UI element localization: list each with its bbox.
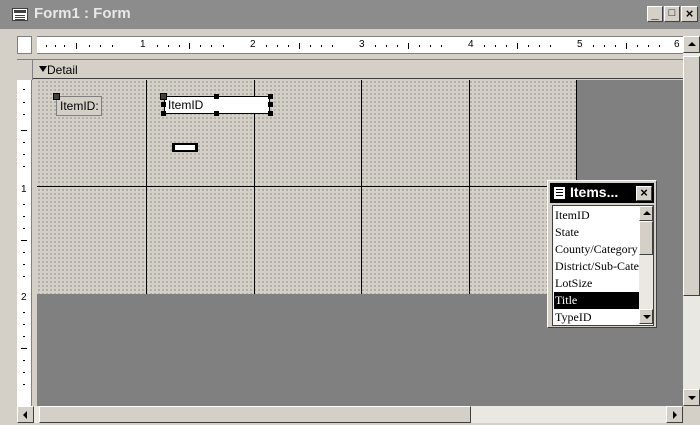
resize-handle-left[interactable] xyxy=(161,102,166,107)
section-arrow-icon xyxy=(39,66,47,72)
resize-handle-bottom-right[interactable] xyxy=(268,111,273,116)
ruler-number-3: 3 xyxy=(359,39,365,50)
field-item-itemid[interactable]: ItemID xyxy=(554,207,639,224)
field-list-scroll-down[interactable] xyxy=(639,309,653,324)
scroll-right-button[interactable] xyxy=(666,406,683,423)
field-list-scroll-thumb[interactable] xyxy=(639,221,653,255)
resize-handle-bottom[interactable] xyxy=(214,111,219,116)
field-list-scrollbar[interactable] xyxy=(639,206,653,324)
ruler-number-4: 4 xyxy=(468,39,474,50)
vruler-number-2: 2 xyxy=(21,292,27,303)
field-item-district-sub-category[interactable]: District/Sub-Category xyxy=(554,258,639,275)
field-item-state[interactable]: State xyxy=(554,224,639,241)
field-list-title: Items... xyxy=(570,184,619,200)
field-list-window[interactable]: Items... × ItemID State County/Category … xyxy=(547,180,657,328)
textbox-move-handle[interactable] xyxy=(160,93,167,100)
horizontal-ruler[interactable]: 1 2 3 4 5 6 xyxy=(37,36,683,54)
section-selector[interactable] xyxy=(17,60,33,80)
form-design-window: Form1 : Form _ □ × 1 2 3 4 5 6 Detail 1 … xyxy=(0,0,700,425)
ruler-number-6: 6 xyxy=(674,39,680,50)
field-item-county-category[interactable]: County/Category xyxy=(554,241,639,258)
detail-section-bar[interactable]: Detail xyxy=(17,59,683,80)
scroll-left-button[interactable] xyxy=(17,406,34,423)
resize-handle-right[interactable] xyxy=(268,102,273,107)
field-list-box[interactable]: ItemID State County/Category District/Su… xyxy=(552,205,654,326)
field-list-titlebar[interactable]: Items... × xyxy=(550,183,654,203)
vertical-ruler[interactable]: 1 2 xyxy=(17,80,32,406)
field-list-close-button[interactable]: × xyxy=(636,186,652,201)
field-item-lotsize[interactable]: LotSize xyxy=(554,275,639,292)
detail-section-grid[interactable] xyxy=(37,80,577,294)
minimize-button[interactable]: _ xyxy=(647,6,663,22)
resize-handle-top-right[interactable] xyxy=(268,94,273,99)
maximize-button[interactable]: □ xyxy=(664,6,680,22)
itemid-label-control[interactable]: ItemID: xyxy=(56,96,102,116)
vertical-scroll-thumb[interactable] xyxy=(683,56,700,296)
close-button[interactable]: × xyxy=(681,6,698,22)
small-control[interactable] xyxy=(172,143,198,152)
window-titlebar[interactable]: Form1 : Form _ □ × xyxy=(0,0,700,29)
horizontal-scrollbar[interactable] xyxy=(17,406,683,423)
field-list-scroll-up[interactable] xyxy=(639,206,653,221)
vertical-scrollbar[interactable] xyxy=(683,36,700,406)
ruler-number-2: 2 xyxy=(250,39,256,50)
ruler-number-1: 1 xyxy=(140,39,146,50)
window-title: Form1 : Form xyxy=(34,5,131,22)
label-move-handle[interactable] xyxy=(53,93,60,100)
field-item-title[interactable]: Title xyxy=(554,292,639,309)
resize-handle-top[interactable] xyxy=(214,94,219,99)
scroll-up-button[interactable] xyxy=(683,36,700,53)
scroll-down-button[interactable] xyxy=(683,389,700,406)
section-label: Detail xyxy=(47,63,78,77)
form-icon xyxy=(12,8,28,21)
resize-handle-bottom-left[interactable] xyxy=(161,111,166,116)
horizontal-scroll-thumb[interactable] xyxy=(39,406,471,423)
field-list-icon xyxy=(554,187,565,199)
field-item-typeid[interactable]: TypeID xyxy=(554,309,639,325)
vruler-number-1: 1 xyxy=(21,184,27,195)
ruler-corner-select-form[interactable] xyxy=(17,36,32,54)
ruler-number-5: 5 xyxy=(577,39,583,50)
